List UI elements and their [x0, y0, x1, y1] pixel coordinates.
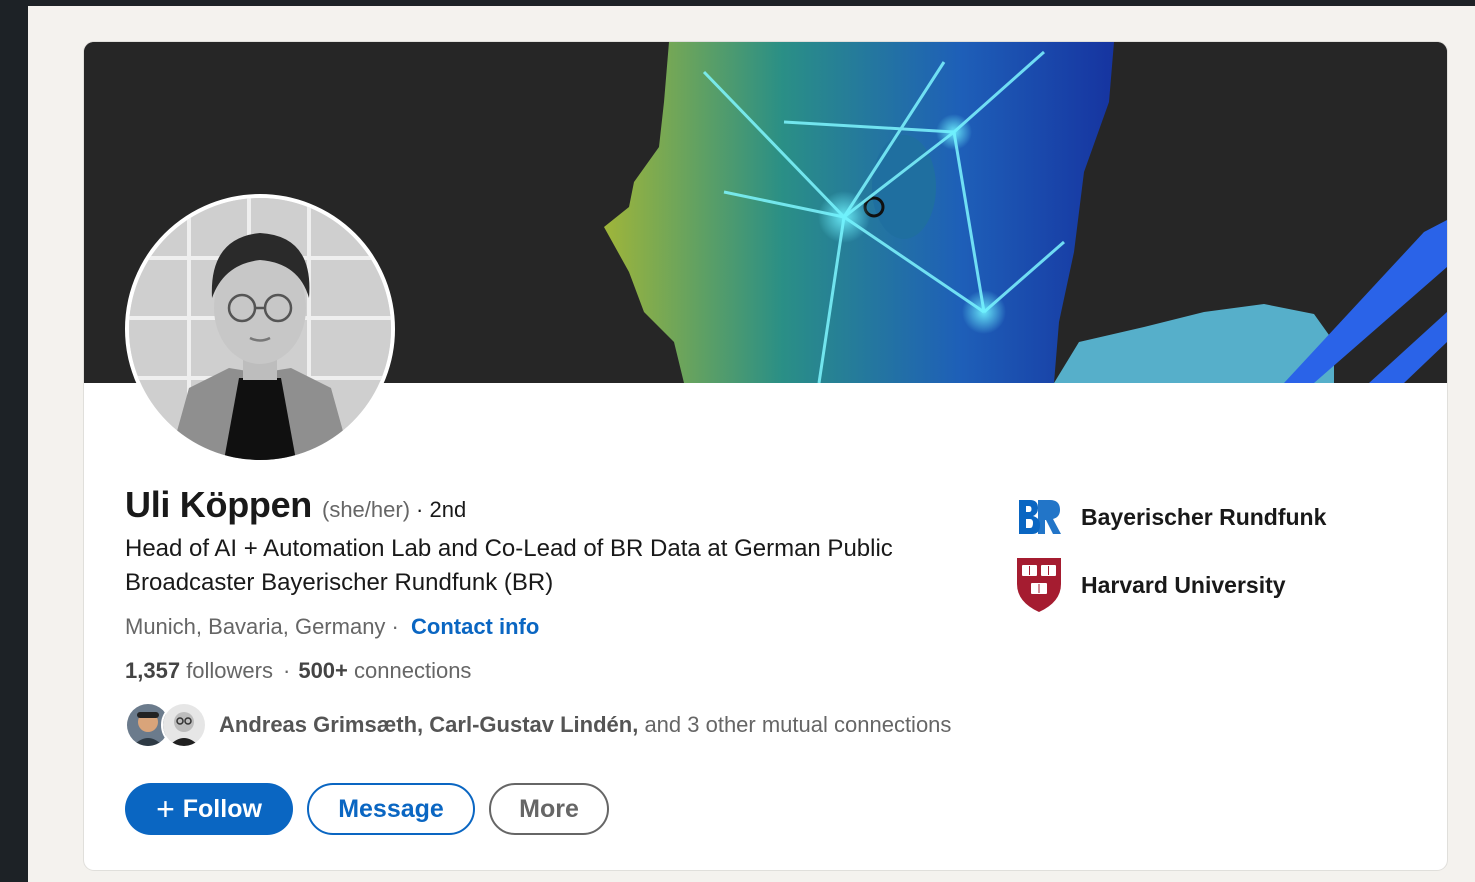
org-bayerischer-rundfunk[interactable]: Bayerischer Rundfunk — [1014, 486, 1326, 548]
harvard-shield-icon — [1014, 555, 1064, 615]
followers-label: followers — [186, 658, 273, 683]
br-logo-icon — [1014, 487, 1064, 547]
followers-count: 1,357 — [125, 658, 181, 683]
profile-name: Uli Köppen — [125, 484, 312, 525]
plus-icon: + — [156, 791, 175, 827]
connections-stat[interactable]: 500+ connections — [298, 658, 471, 683]
location-row: Munich, Bavaria, Germany · Contact info — [125, 614, 539, 640]
profile-card: Uli Köppen (she/her) · 2nd Head of AI + … — [84, 42, 1447, 870]
profile-avatar[interactable] — [125, 194, 395, 464]
stats-row: 1,357 followers · 500+ connections — [125, 658, 471, 684]
page-background: Uli Köppen (she/her) · 2nd Head of AI + … — [28, 6, 1475, 882]
more-button[interactable]: More — [489, 783, 609, 835]
location-text: Munich, Bavaria, Germany · — [125, 614, 399, 639]
follow-label: Follow — [182, 794, 262, 823]
connections-count: 500+ — [298, 658, 348, 683]
mutual-rest: and 3 other mutual connections — [644, 712, 952, 737]
profile-headline: Head of AI + Automation Lab and Co-Lead … — [125, 535, 893, 596]
stats-separator: · — [283, 658, 291, 683]
pronouns: (she/her) — [322, 497, 411, 522]
org-harvard-university[interactable]: Harvard University — [1014, 554, 1326, 616]
connection-degree: · 2nd — [416, 497, 467, 522]
message-button[interactable]: Message — [307, 783, 475, 835]
name-row: Uli Köppen (she/her) · 2nd — [125, 484, 466, 526]
avatar-photo — [129, 198, 391, 460]
contact-info-link[interactable]: Contact info — [411, 614, 539, 639]
followers-stat[interactable]: 1,357 followers — [125, 658, 273, 683]
profile-organizations: Bayerischer Rundfunk Harvard University — [1014, 486, 1326, 622]
mutual-connections-text: Andreas Grimsæth, Carl-Gustav Lindén, an… — [219, 712, 951, 738]
mutual-connections[interactable]: Andreas Grimsæth, Carl-Gustav Lindén, an… — [125, 702, 951, 748]
org-name: Harvard University — [1081, 571, 1286, 598]
mutual-names: Andreas Grimsæth, Carl-Gustav Lindén, — [219, 712, 639, 737]
org-name: Bayerischer Rundfunk — [1081, 503, 1327, 530]
follow-button[interactable]: + Follow — [125, 783, 293, 835]
profile-actions: + Follow Message More — [125, 783, 609, 835]
connections-label: connections — [354, 658, 472, 683]
mutual-avatar — [161, 702, 207, 748]
